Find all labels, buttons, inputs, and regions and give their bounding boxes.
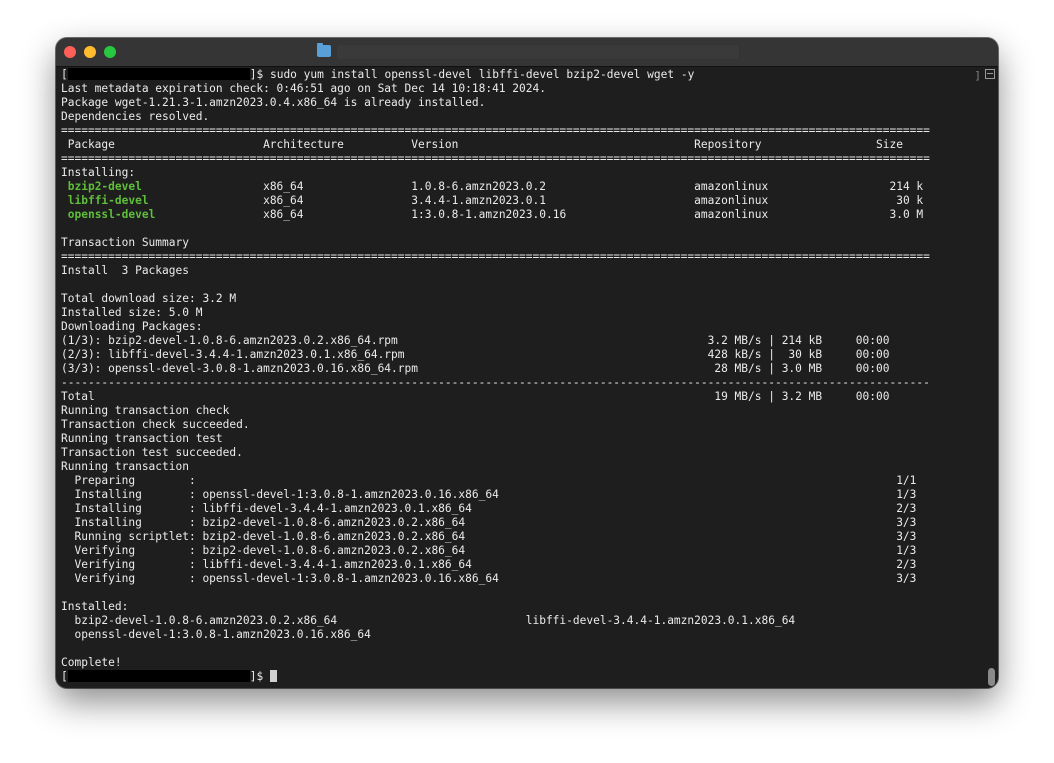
terminal-window: []$ sudo yum install openssl-devel libff…: [56, 38, 998, 688]
prompt-line: []$ sudo yum install openssl-devel libff…: [61, 68, 695, 81]
output-line: Installing:: [61, 166, 136, 179]
output-line: Dependencies resolved.: [61, 110, 210, 123]
output-line: Installed:: [61, 600, 129, 613]
command-text: sudo yum install openssl-devel libffi-de…: [269, 68, 695, 81]
folder-icon: [317, 43, 331, 57]
step-row: Running scriptlet: bzip2-devel-1.0.8-6.a…: [61, 530, 917, 543]
prompt-line: []$: [61, 670, 979, 684]
output-line: Install 3 Packages: [61, 264, 189, 277]
scrollbar[interactable]: [984, 67, 998, 688]
separator: ----------------------------------------…: [61, 376, 930, 389]
output-line: Downloading Packages:: [61, 320, 203, 333]
terminal-output[interactable]: []$ sudo yum install openssl-devel libff…: [61, 68, 979, 688]
step-row: Installing : bzip2-devel-1.0.8-6.amzn202…: [61, 516, 917, 529]
maximize-button[interactable]: [104, 46, 116, 58]
text-cursor: [269, 670, 277, 682]
step-row: Verifying : openssl-devel-1:3.0.8-1.amzn…: [61, 572, 917, 585]
prompt-suffix: ]$: [249, 670, 270, 683]
output-line: Running transaction check: [61, 404, 230, 417]
step-row: Verifying : bzip2-devel-1.0.8-6.amzn2023…: [61, 544, 917, 557]
step-row: Installing : libffi-devel-3.4.4-1.amzn20…: [61, 502, 917, 515]
output-line: Transaction check succeeded.: [61, 418, 250, 431]
step-row: Installing : openssl-devel-1:3.0.8-1.amz…: [61, 488, 917, 501]
close-button[interactable]: [64, 46, 76, 58]
scroll-thumb[interactable]: [988, 668, 995, 686]
output-line: Running transaction: [61, 460, 189, 473]
output-line: Installed size: 5.0 M: [61, 306, 203, 319]
redacted-hostname: [67, 670, 250, 682]
output-line: Transaction test succeeded.: [61, 446, 243, 459]
window-title: [337, 45, 739, 59]
installed-row: bzip2-devel-1.0.8-6.amzn2023.0.2.x86_64 …: [61, 614, 796, 627]
minimize-button[interactable]: [84, 46, 96, 58]
output-line: Last metadata expiration check: 0:46:51 …: [61, 82, 546, 95]
output-line: Total download size: 3.2 M: [61, 292, 237, 305]
package-name: libffi-devel: [67, 194, 264, 207]
package-name: bzip2-devel: [67, 180, 264, 193]
step-row: Verifying : libffi-devel-3.4.4-1.amzn202…: [61, 558, 917, 571]
package-row: libffi-devel x86_64 3.4.4-1.amzn2023.0.1…: [67, 194, 924, 207]
output-line: Running transaction test: [61, 432, 223, 445]
separator: ========================================…: [61, 250, 930, 263]
separator: ========================================…: [61, 152, 930, 165]
download-row: (1/3): bzip2-devel-1.0.8-6.amzn2023.0.2.…: [61, 334, 890, 347]
scroll-lines-icon: [985, 69, 995, 79]
installed-row: openssl-devel-1:3.0.8-1.amzn2023.0.16.x8…: [61, 628, 371, 641]
separator: ========================================…: [61, 124, 930, 137]
download-row: (2/3): libffi-devel-3.4.4-1.amzn2023.0.1…: [61, 348, 890, 361]
output-line: Package wget-1.21.3-1.amzn2023.0.4.x86_6…: [61, 96, 486, 109]
step-row: Preparing : 1/1: [61, 474, 917, 487]
redacted-hostname: [67, 68, 250, 80]
total-row: Total 19 MB/s | 3.2 MB 00:00: [61, 390, 890, 403]
package-row: bzip2-devel x86_64 1.0.8-6.amzn2023.0.2 …: [67, 180, 924, 193]
output-line: Complete!: [61, 656, 122, 669]
download-row: (3/3): openssl-devel-3.0.8-1.amzn2023.0.…: [61, 362, 890, 375]
package-row: openssl-devel x86_64 1:3.0.8-1.amzn2023.…: [67, 208, 924, 221]
title-bar[interactable]: [56, 38, 998, 67]
package-name: openssl-devel: [67, 208, 264, 221]
margin-marker: ]: [974, 69, 981, 82]
output-line: Transaction Summary: [61, 236, 189, 249]
prompt-suffix: ]$: [249, 68, 270, 81]
table-header: Package Architecture Version Repository …: [61, 138, 903, 151]
